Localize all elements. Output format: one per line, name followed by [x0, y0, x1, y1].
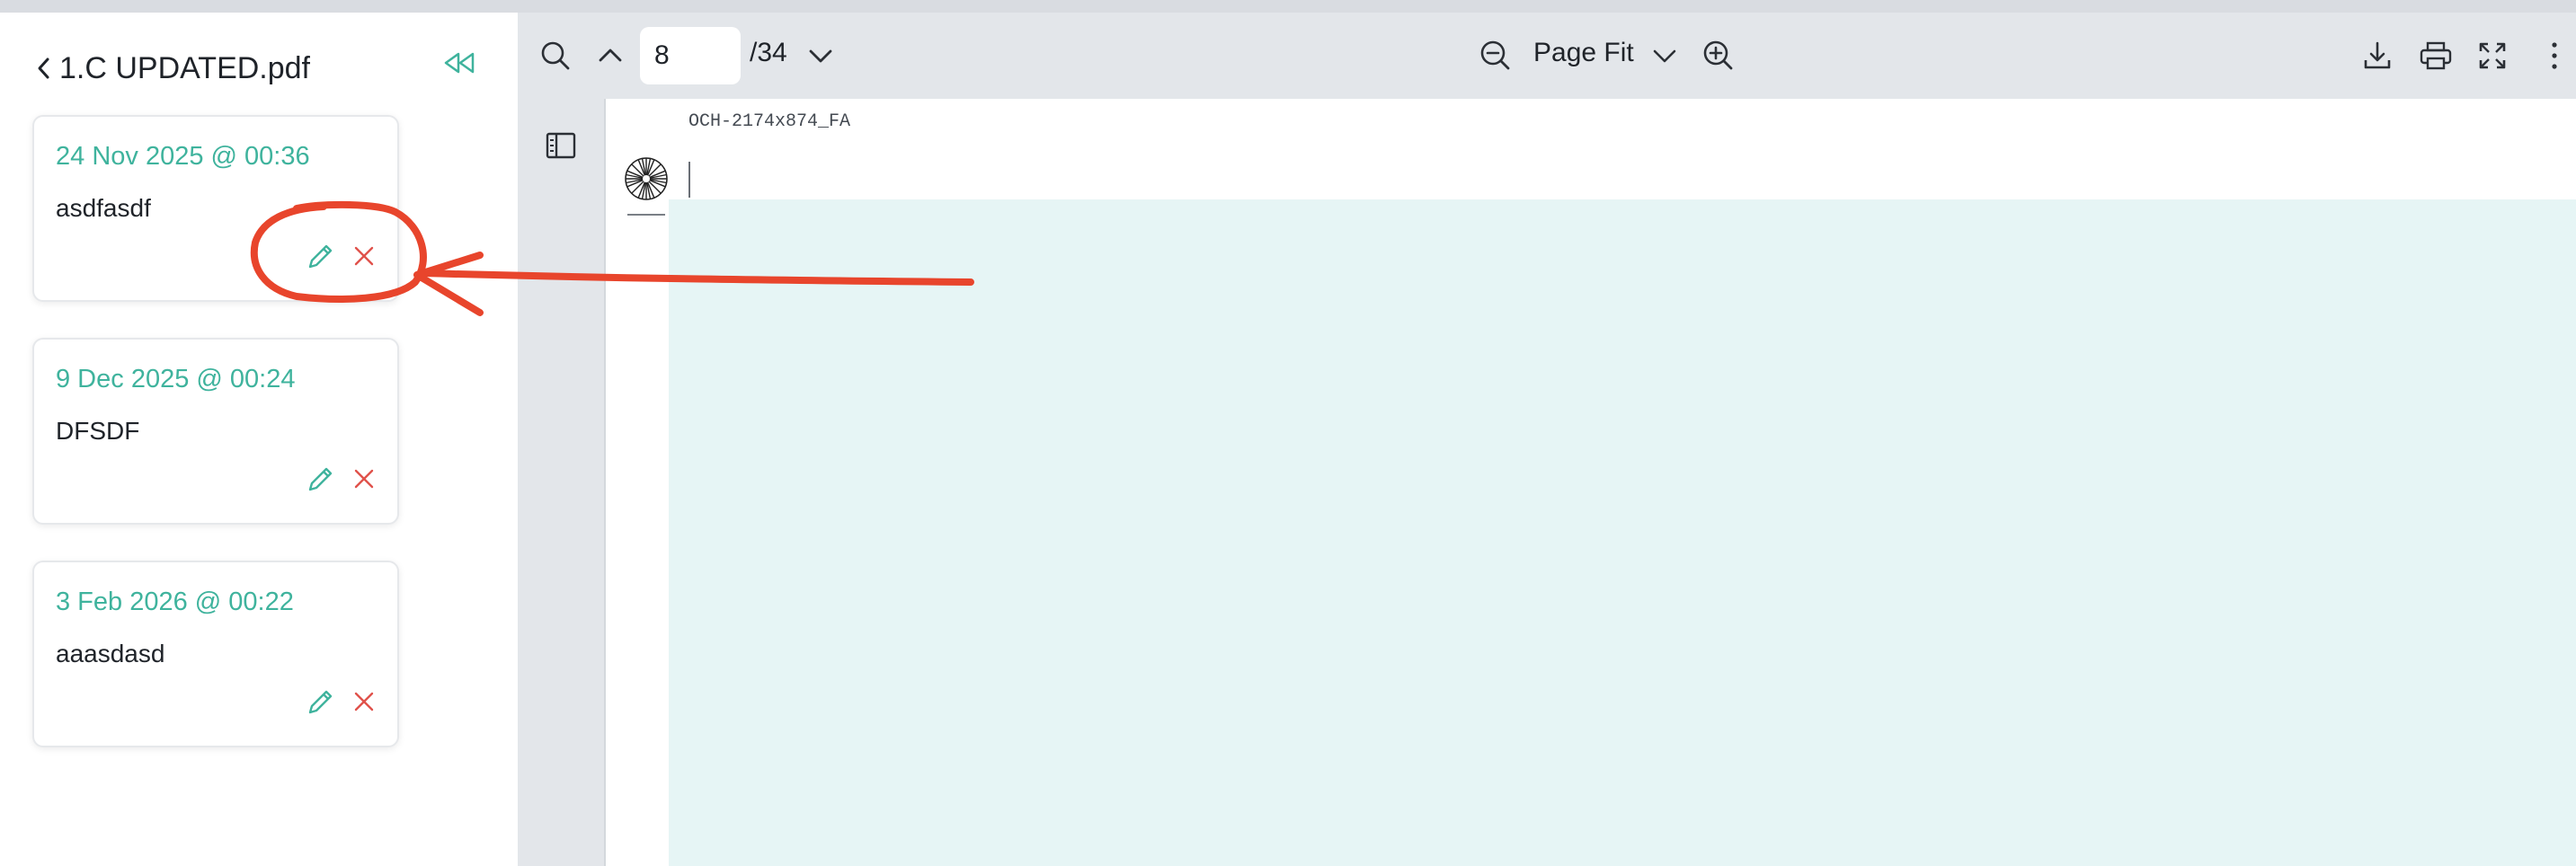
chevron-down-icon — [809, 49, 832, 63]
zoom-in-icon — [1703, 40, 1733, 70]
zoom-select[interactable]: Page Fit — [1533, 38, 1634, 68]
page-total: /34 — [750, 38, 787, 67]
page-number-input[interactable] — [640, 27, 741, 84]
note-date: 24 Nov 2025 @ 00:36 — [56, 142, 310, 171]
pencil-icon[interactable] — [304, 464, 336, 496]
pencil-icon[interactable] — [304, 686, 336, 719]
note-card: 3 Feb 2026 @ 00:22 aaasdasd — [32, 561, 399, 747]
note-card: 9 Dec 2025 @ 00:24 DFSDF — [32, 338, 399, 525]
registration-line — [627, 214, 665, 216]
more-options-button[interactable] — [2544, 32, 2565, 79]
document-viewport[interactable]: OCH-2174x874_FA — [604, 99, 2576, 866]
registration-star-icon — [625, 157, 668, 200]
note-date: 9 Dec 2025 @ 00:24 — [56, 365, 296, 393]
zoom-out-button[interactable] — [1470, 31, 1519, 79]
next-page-button[interactable] — [798, 32, 843, 79]
print-icon — [2420, 41, 2452, 70]
note-date: 3 Feb 2026 @ 00:22 — [56, 588, 294, 616]
close-icon[interactable] — [351, 688, 378, 715]
chevron-left-icon — [38, 57, 49, 79]
search-icon — [541, 41, 570, 70]
fullscreen-icon — [2479, 42, 2506, 69]
toggle-sidebar-button[interactable] — [539, 128, 582, 163]
note-text: asdfasdf — [56, 194, 151, 222]
close-icon[interactable] — [351, 465, 378, 492]
note-text: DFSDF — [56, 417, 140, 445]
zoom-dropdown-toggle[interactable] — [1645, 34, 1684, 77]
thumbnail-rail — [518, 99, 604, 866]
print-button[interactable] — [2412, 32, 2459, 79]
download-icon — [2364, 41, 2391, 69]
zoom-in-button[interactable] — [1693, 31, 1742, 79]
download-button[interactable] — [2355, 32, 2400, 79]
note-text: aaasdasd — [56, 640, 165, 667]
close-icon[interactable] — [351, 243, 378, 270]
document-title: 1.C UPDATED.pdf — [59, 50, 311, 85]
back-button[interactable]: 1.C UPDATED.pdf — [32, 41, 310, 95]
sidebar-header: 1.C UPDATED.pdf — [0, 13, 518, 99]
pdf-toolbar: /34 Page Fit — [518, 13, 2576, 99]
rewind-icon — [444, 52, 475, 74]
note-card: 24 Nov 2025 @ 00:36 asdfasdf — [32, 115, 399, 302]
search-button[interactable] — [532, 32, 579, 79]
chevron-up-icon — [599, 49, 622, 62]
fullscreen-button[interactable] — [2470, 32, 2515, 79]
chevron-down-icon — [1653, 49, 1676, 63]
zoom-out-icon — [1480, 40, 1510, 70]
previous-page-button[interactable] — [588, 32, 633, 79]
document-header-text: OCH-2174x874_FA — [688, 111, 851, 132]
sidebar-panel-icon — [546, 132, 576, 159]
highlighted-page-region — [669, 199, 2576, 866]
text-cursor — [688, 162, 690, 198]
more-vertical-icon — [2552, 42, 2557, 69]
window-top-strip — [0, 0, 2576, 13]
notes-sidebar: 1.C UPDATED.pdf 24 Nov 2025 @ 00:36 asdf… — [0, 13, 518, 866]
collapse-sidebar-button[interactable] — [440, 40, 480, 86]
pencil-icon[interactable] — [304, 241, 336, 273]
